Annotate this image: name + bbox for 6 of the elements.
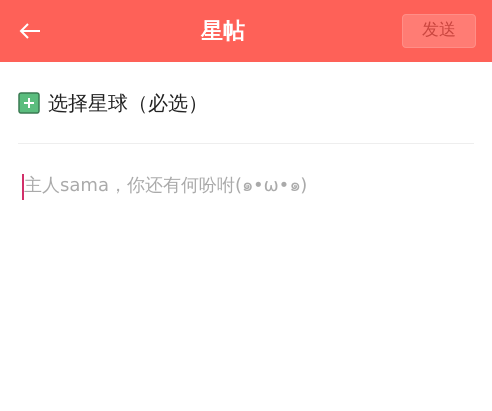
post-text-field[interactable]: 主人sama，你还有何吩咐(๑•ω•๑) <box>18 172 474 372</box>
planet-picker-label[interactable]: 选择星球（必选） <box>48 88 208 118</box>
back-arrow-icon <box>18 22 42 40</box>
add-icon[interactable] <box>18 92 40 114</box>
page-title: 星帖 <box>201 18 245 46</box>
text-cursor <box>22 174 24 200</box>
